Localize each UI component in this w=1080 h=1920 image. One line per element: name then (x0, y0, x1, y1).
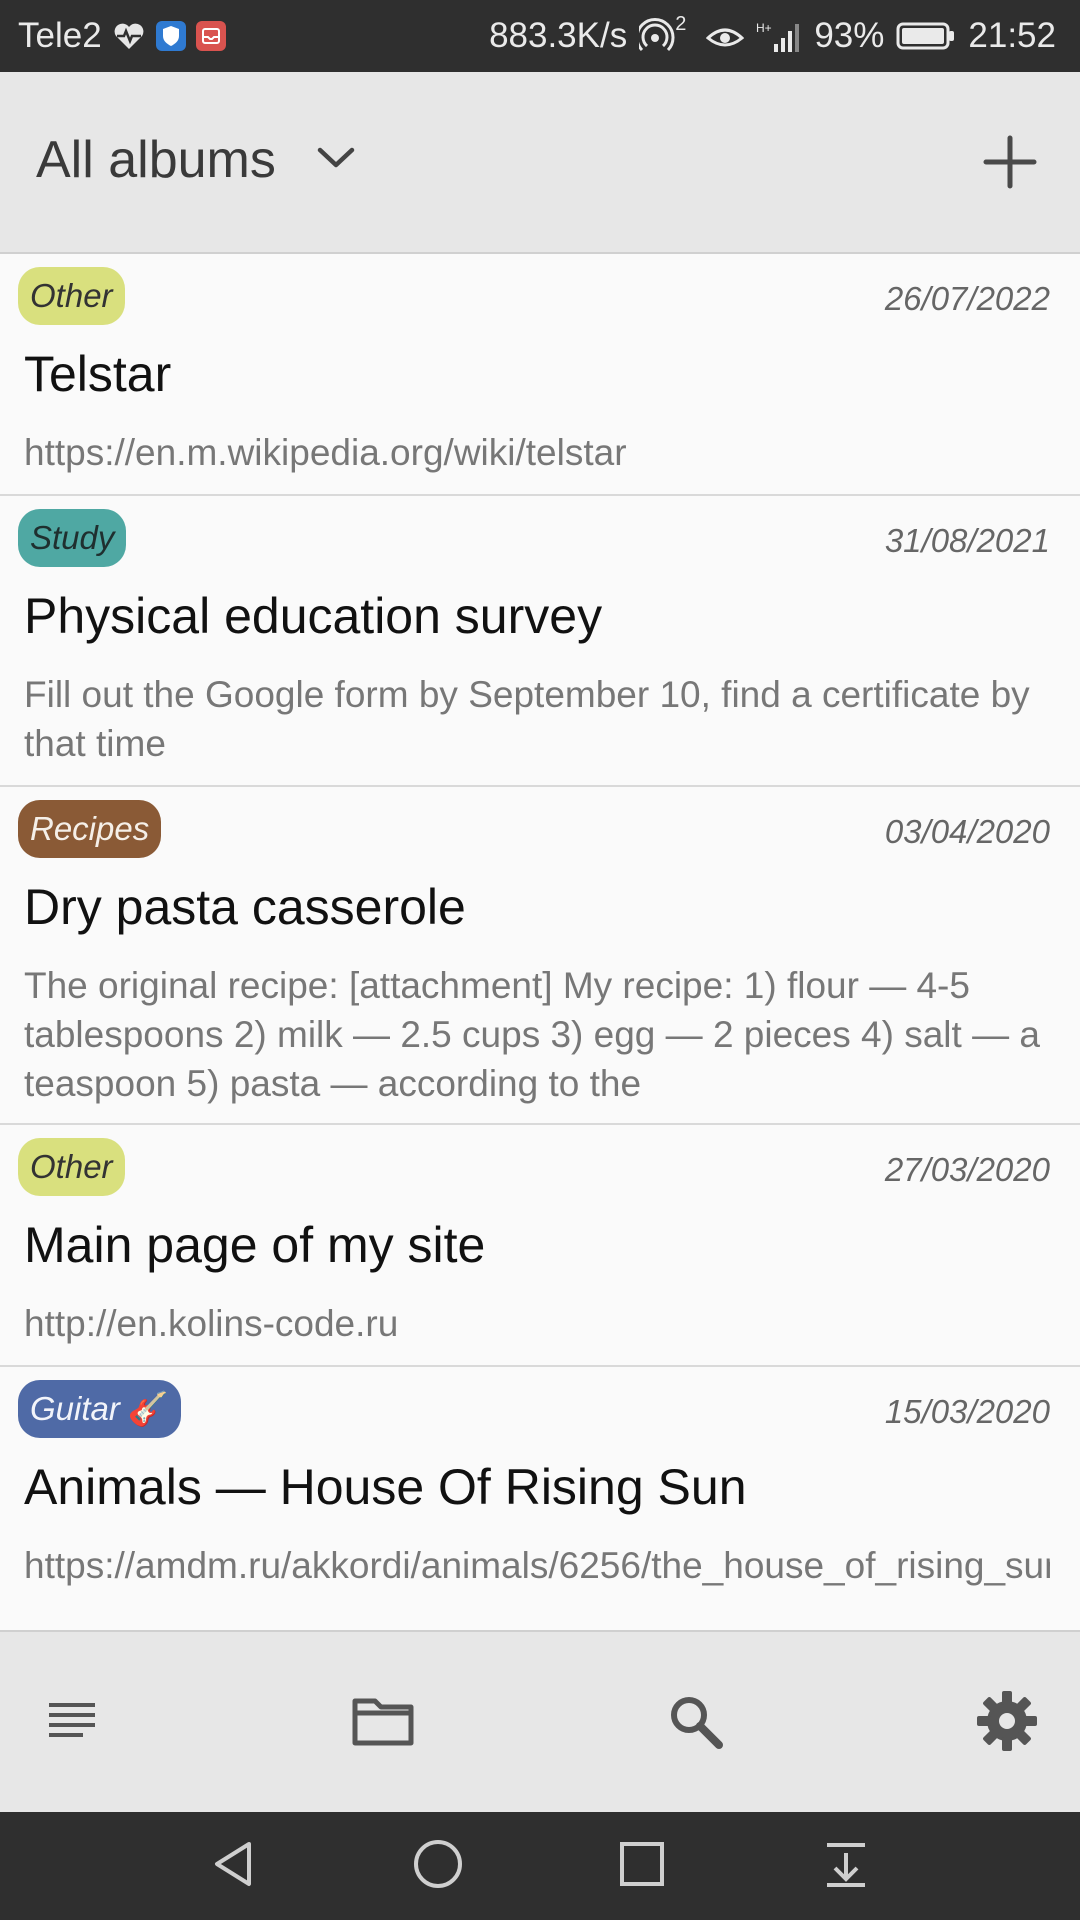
carrier-name: Tele2 (18, 16, 102, 55)
album-title: All albums (36, 131, 276, 189)
note-date: 15/03/2020 (884, 1393, 1050, 1430)
recents-button[interactable] (614, 1838, 670, 1894)
settings-gear-icon (975, 1689, 1039, 1758)
note-preview: Fill out the Google form by September 10… (24, 674, 1030, 764)
inbox-icon (195, 21, 226, 51)
svg-text:H+: H+ (756, 21, 772, 35)
note-item[interactable]: Recipes 03/04/2020 Dry pasta casserole T… (0, 787, 1080, 1125)
folder-icon (351, 1693, 415, 1754)
signal-icon: H+ (756, 18, 802, 54)
album-tag-label: Study (30, 519, 115, 556)
note-title: Telstar (24, 346, 172, 402)
notification-pulldown-button[interactable] (818, 1838, 874, 1894)
back-icon (209, 1839, 259, 1894)
back-button[interactable] (206, 1838, 262, 1894)
note-date: 27/03/2020 (884, 1151, 1050, 1188)
bottom-navigation (0, 1630, 1080, 1812)
notification-pulldown-icon (821, 1839, 871, 1894)
note-title: Main page of my site (24, 1217, 486, 1273)
note-item[interactable]: Study 31/08/2021 Physical education surv… (0, 496, 1080, 787)
note-item[interactable]: Other 27/03/2020 Main page of my site ht… (0, 1125, 1080, 1367)
status-bar: Tele2 883.3K/s 2 H+ 93% 21:52 (0, 0, 1080, 72)
note-title: Dry pasta casserole (24, 879, 466, 935)
nav-albums-button[interactable] (348, 1688, 418, 1758)
note-date: 03/04/2020 (884, 813, 1050, 850)
note-date: 31/08/2021 (884, 522, 1050, 559)
notes-list[interactable]: Other 26/07/2022 Telstar https://en.m.wi… (0, 254, 1080, 1630)
album-tag: Other (18, 267, 125, 325)
app-bar: All albums (0, 72, 1080, 254)
album-selector[interactable]: All albums (36, 130, 356, 190)
home-button[interactable] (410, 1838, 466, 1894)
nav-search-button[interactable] (660, 1688, 730, 1758)
plus-icon (980, 135, 1040, 196)
note-preview: https://amdm.ru/akkordi/animals/6256/the… (24, 1545, 1050, 1586)
add-note-button[interactable] (980, 132, 1040, 192)
guitar-emoji: 🎸 (127, 1389, 169, 1427)
status-right: 883.3K/s 2 H+ 93% 21:52 (489, 13, 1056, 56)
note-date: 26/07/2022 (884, 280, 1050, 317)
note-item[interactable]: Other 26/07/2022 Telstar https://en.m.wi… (0, 254, 1080, 496)
hotspot-icon: 2 (639, 13, 694, 54)
heart-rate-icon (112, 21, 146, 51)
home-icon (411, 1837, 465, 1896)
eye-comfort-icon (706, 22, 745, 50)
notes-list-icon (41, 1691, 101, 1756)
album-tag-label: Other (30, 1148, 113, 1185)
note-preview: https://en.m.wikipedia.org/wiki/telstar (24, 432, 627, 473)
search-icon (665, 1691, 725, 1756)
nav-notes-button[interactable] (36, 1688, 106, 1758)
system-navigation-bar (0, 1812, 1080, 1920)
album-tag: Recipes (18, 800, 162, 858)
album-tag-label: Other (30, 277, 113, 314)
battery-percent: 93% (814, 16, 885, 55)
note-title: Physical education survey (24, 588, 603, 644)
note-preview: The original recipe: [attachment] My rec… (24, 965, 1040, 1104)
album-tag: Study (18, 509, 127, 567)
note-preview: http://en.kolins-code.ru (24, 1303, 399, 1344)
album-tag-label: Guitar (30, 1390, 120, 1427)
status-left: Tele2 (18, 16, 226, 56)
chevron-down-icon (316, 145, 356, 176)
note-title: Animals — House Of Rising Sun (24, 1459, 747, 1515)
note-item[interactable]: Guitar 🎸 15/03/2020 Animals — House Of R… (0, 1367, 1080, 1630)
album-tag: Other (18, 1138, 125, 1196)
nav-settings-button[interactable] (972, 1688, 1042, 1758)
album-tag-label: Recipes (30, 810, 150, 847)
album-tag: Guitar 🎸 (18, 1380, 181, 1438)
shield-icon (155, 21, 186, 51)
network-speed: 883.3K/s (489, 16, 628, 55)
hotspot-count: 2 (675, 12, 687, 35)
recents-icon (617, 1839, 667, 1894)
battery-icon (896, 21, 956, 51)
clock: 21:52 (968, 16, 1056, 55)
